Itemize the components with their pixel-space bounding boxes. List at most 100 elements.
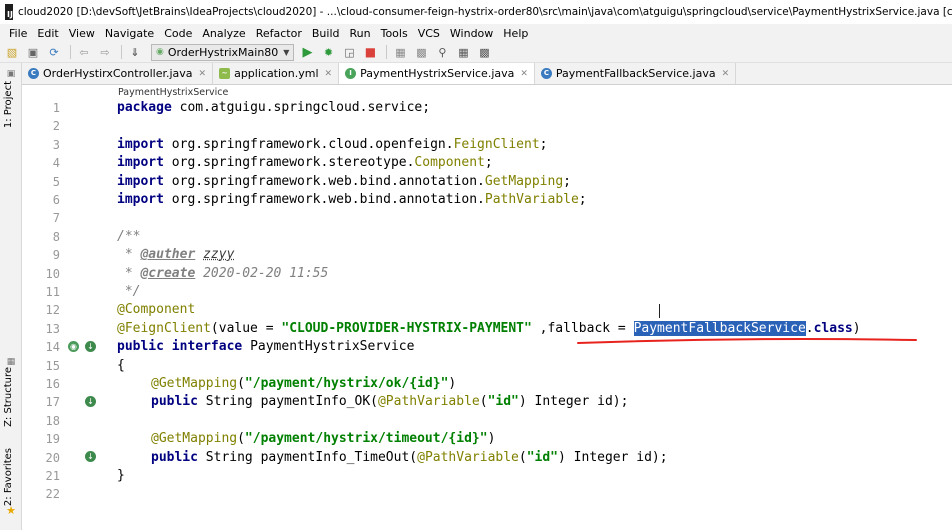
tab-label: OrderHystirxController.java <box>43 67 193 80</box>
tab-application-yml[interactable]: ~ application.yml ✕ <box>213 63 340 84</box>
close-icon[interactable]: ✕ <box>325 69 333 79</box>
project-tool-icon: ▣ <box>6 69 16 79</box>
menu-build[interactable]: Build <box>307 27 345 40</box>
editor-gutter: 1 2 3 4 5 6 7 8 9 10 11 12 13 14 15 16 1… <box>22 101 110 530</box>
line-number: 1 <box>52 101 60 115</box>
structure-tool-tab[interactable]: Z: Structure <box>3 367 14 427</box>
editor-tab-bar: C OrderHystirxController.java ✕ ~ applic… <box>22 63 952 85</box>
search-icon[interactable]: ⚲ <box>433 44 451 60</box>
code-line-5: import org.springframework.web.bind.anno… <box>117 173 571 189</box>
code-editor[interactable]: package com.atguigu.springcloud.service;… <box>110 100 952 530</box>
code-line-8: /** <box>117 228 141 244</box>
menu-analyze[interactable]: Analyze <box>197 27 250 40</box>
line-number: 21 <box>45 469 60 483</box>
menu-vcs[interactable]: VCS <box>413 27 445 40</box>
save-icon[interactable]: ▣ <box>24 44 42 60</box>
close-icon[interactable]: ✕ <box>520 69 528 79</box>
toolbar-separator <box>121 45 122 59</box>
code-line-4: import org.springframework.stereotype.Co… <box>117 155 493 171</box>
tab-label: PaymentHystrixService.java <box>360 67 515 80</box>
code-line-3: import org.springframework.cloud.openfei… <box>117 136 548 152</box>
project-structure-icon[interactable]: ▦ <box>391 44 409 60</box>
code-line-10: * @create 2020-02-20 11:55 <box>117 265 329 281</box>
left-tool-strip: ▣ 1: Project ▦ Z: Structure 2: Favorites… <box>0 63 22 530</box>
line-number: 7 <box>52 211 60 226</box>
run-configuration-select[interactable]: ◉ OrderHystrixMain80 ▼ <box>151 43 295 61</box>
chevron-down-icon: ▼ <box>283 47 290 57</box>
menu-help[interactable]: Help <box>498 27 533 40</box>
code-line-14: public interface PaymentHystrixService <box>117 339 415 355</box>
code-line-11: */ <box>117 284 141 299</box>
tab-label: PaymentFallbackService.java <box>555 67 716 80</box>
interface-icon: I <box>345 68 357 79</box>
tab-label: application.yml <box>234 67 319 80</box>
code-line-12: @Component <box>117 302 196 318</box>
yaml-icon: ~ <box>219 68 231 79</box>
code-line-20: public String paymentInfo_TimeOut(@PathV… <box>151 449 668 465</box>
line-number: 4 <box>52 156 60 171</box>
spring-bean-icon[interactable]: ◉ <box>68 341 79 352</box>
text-cursor-icon <box>659 304 661 318</box>
menu-window[interactable]: Window <box>445 27 498 40</box>
line-number: 13 <box>45 321 60 336</box>
line-number: 6 <box>52 193 60 207</box>
code-line-6: import org.springframework.web.bind.anno… <box>117 192 587 207</box>
toolbar-separator <box>386 45 388 59</box>
spring-boot-icon: ◉ <box>156 47 164 57</box>
menu-bar: File Edit View Navigate Code Analyze Ref… <box>0 24 952 42</box>
line-number: 15 <box>45 358 60 373</box>
implemented-marker-icon[interactable]: ↓ <box>85 341 96 352</box>
sync-icon[interactable]: ⟳ <box>45 44 63 60</box>
line-number: 20 <box>45 450 60 465</box>
line-number: 17 <box>45 395 60 410</box>
tab-payment-hystrix-service[interactable]: I PaymentHystrixService.java ✕ <box>339 63 535 84</box>
forward-arrow-icon[interactable]: ⇨ <box>96 44 114 60</box>
window-title: cloud2020 [D:\devSoft\JetBrains\IdeaProj… <box>17 6 952 18</box>
tab-payment-fallback-service[interactable]: C PaymentFallbackService.java ✕ <box>535 63 737 84</box>
menu-run[interactable]: Run <box>345 27 376 40</box>
line-number: 3 <box>52 137 60 152</box>
menu-navigate[interactable]: Navigate <box>100 27 159 40</box>
implemented-marker-icon[interactable]: ↓ <box>85 396 96 407</box>
line-number: 8 <box>52 229 60 244</box>
tab-order-hystrix-controller[interactable]: C OrderHystirxController.java ✕ <box>22 63 214 84</box>
code-line-21: } <box>117 468 125 483</box>
grid-icon[interactable]: ▦ <box>454 44 472 60</box>
close-icon[interactable]: ✕ <box>199 69 207 79</box>
line-number: 18 <box>45 413 60 428</box>
favorites-tool-tab[interactable]: 2: Favorites <box>3 448 14 506</box>
line-number: 16 <box>45 377 60 391</box>
terminal-icon[interactable]: ▩ <box>475 44 493 60</box>
open-folder-icon[interactable]: ▧ <box>3 44 21 60</box>
project-tool-tab[interactable]: 1: Project <box>3 81 14 128</box>
menu-file[interactable]: File <box>4 27 32 40</box>
close-icon[interactable]: ✕ <box>722 69 730 79</box>
toolbar: ▧ ▣ ⟳ ⇦ ⇨ ⇓ ◉ OrderHystrixMain80 ▼ ▶ ✹ ◲… <box>0 42 952 63</box>
class-icon: C <box>28 68 39 79</box>
line-number: 10 <box>45 266 60 281</box>
run-icon[interactable]: ▶ <box>298 44 316 60</box>
code-line-19: @GetMapping("/payment/hystrix/timeout/{i… <box>151 431 496 447</box>
line-number: 11 <box>45 285 60 299</box>
structure-tool-icon: ▦ <box>6 357 16 367</box>
toolbar-separator <box>70 45 71 59</box>
menu-edit[interactable]: Edit <box>32 27 63 40</box>
coverage-icon[interactable]: ◲ <box>340 44 358 60</box>
code-line-15: { <box>117 357 125 373</box>
line-number: 14 <box>45 340 60 355</box>
selected-text: PaymentFallbackService <box>633 320 806 336</box>
stop-icon[interactable]: ■ <box>361 44 379 60</box>
build-icon[interactable]: ⇓ <box>126 44 144 60</box>
sdk-icon[interactable]: ▩ <box>412 44 430 60</box>
implemented-marker-icon[interactable]: ↓ <box>85 451 96 462</box>
menu-view[interactable]: View <box>64 27 100 40</box>
back-arrow-icon[interactable]: ⇦ <box>75 44 93 60</box>
menu-refactor[interactable]: Refactor <box>251 27 307 40</box>
line-number: 19 <box>45 432 60 447</box>
menu-code[interactable]: Code <box>159 27 197 40</box>
line-number: 5 <box>52 174 60 189</box>
line-number: 2 <box>52 119 60 134</box>
debug-icon[interactable]: ✹ <box>319 44 337 60</box>
intellij-logo-icon: IJ <box>5 4 13 20</box>
menu-tools[interactable]: Tools <box>376 27 413 40</box>
